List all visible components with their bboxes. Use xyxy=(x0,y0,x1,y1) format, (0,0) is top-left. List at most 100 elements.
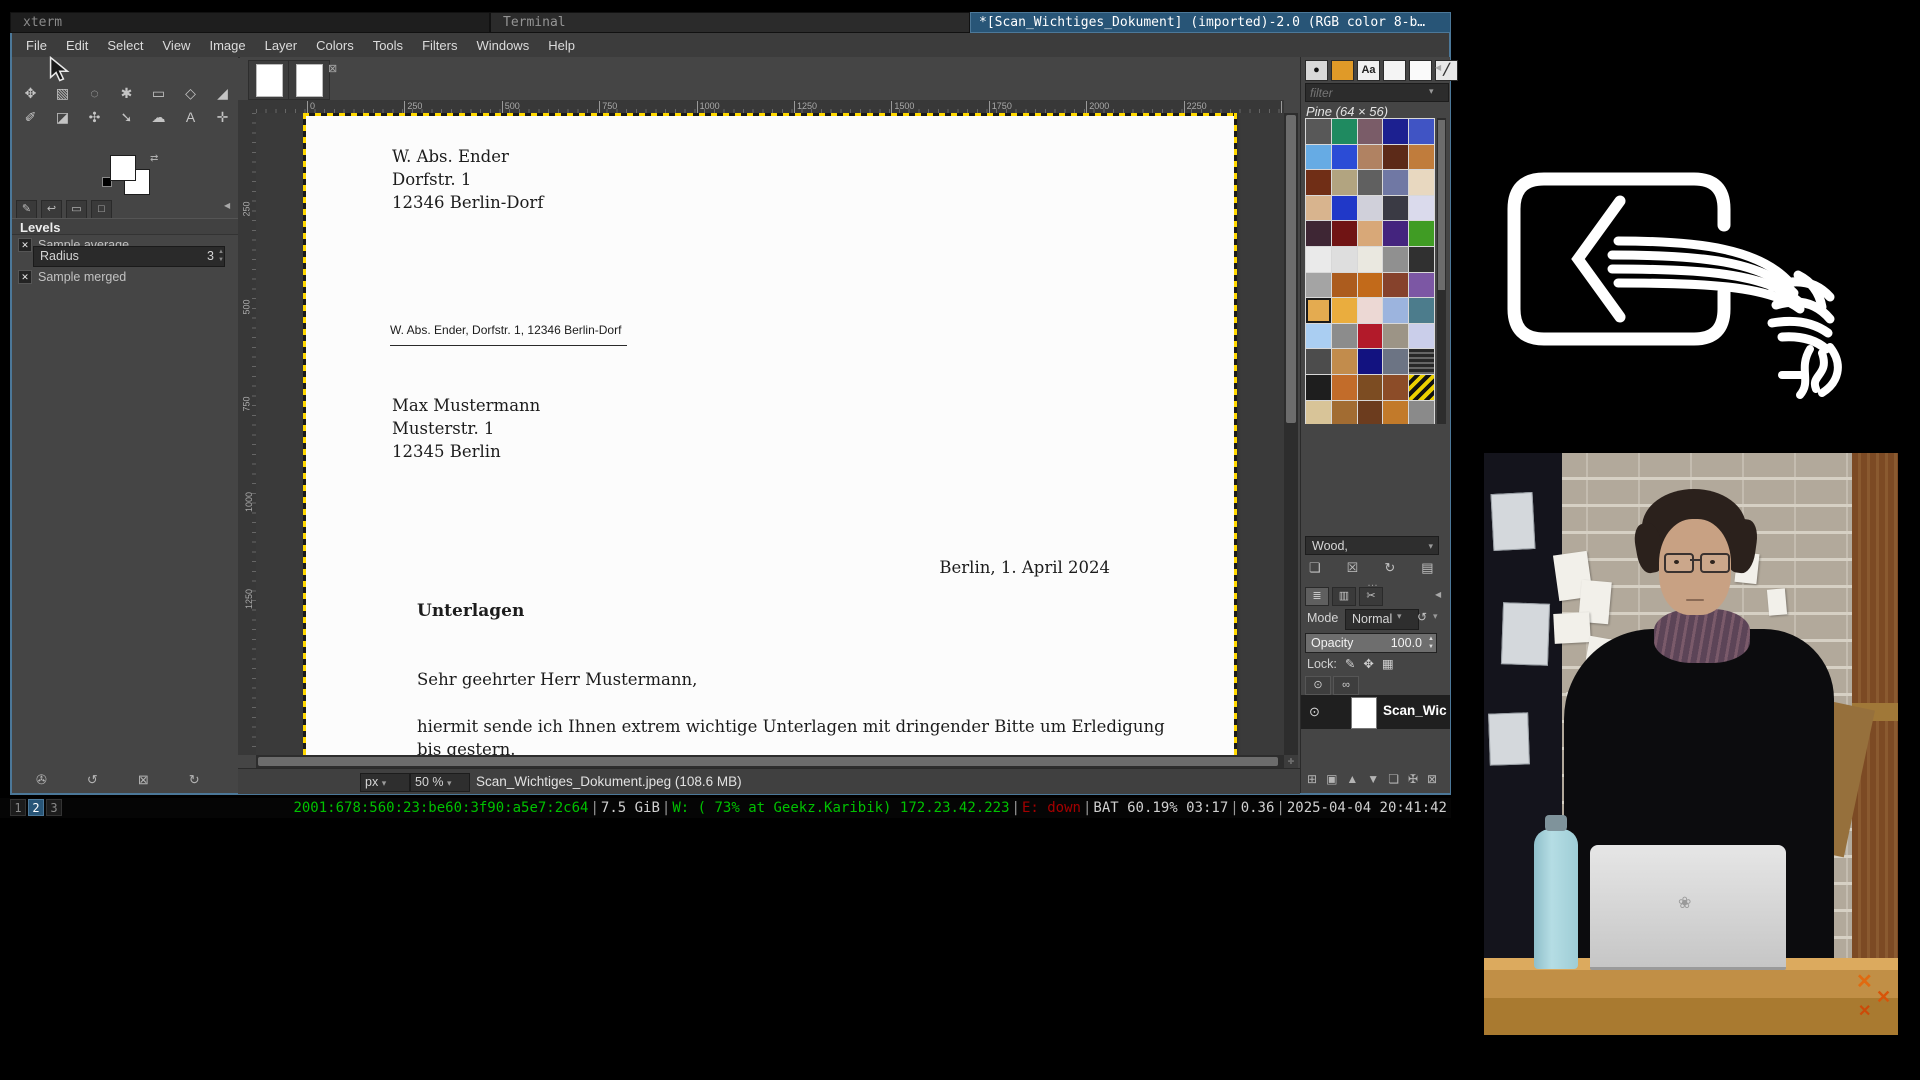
free-select-tool-icon[interactable]: ◌ xyxy=(84,83,105,103)
pattern-swatch[interactable] xyxy=(1409,401,1434,424)
menu-view[interactable]: View xyxy=(163,38,191,53)
window-tab-xterm[interactable]: xterm xyxy=(10,12,490,33)
paintbrush-tool-icon[interactable]: ✐ xyxy=(20,107,41,127)
workspace-button-3[interactable]: 3 xyxy=(46,799,62,816)
pattern-swatch[interactable] xyxy=(1306,247,1331,272)
gradients-tab[interactable] xyxy=(1409,60,1432,81)
raise-layer-icon[interactable]: ▲ xyxy=(1346,772,1358,786)
pattern-swatch[interactable] xyxy=(1332,221,1357,246)
visibility-column-icon[interactable]: ⊙ xyxy=(1305,676,1331,695)
anchor-layer-icon[interactable]: ✠ xyxy=(1408,772,1418,786)
text-tool-icon[interactable]: A xyxy=(180,107,201,127)
restore-options-icon[interactable]: ↺ xyxy=(87,772,98,788)
palettes-tab[interactable] xyxy=(1383,60,1406,81)
menu-tools[interactable]: Tools xyxy=(373,38,403,53)
crop-tool-icon[interactable]: ▭ xyxy=(148,83,169,103)
airbrush-tool-icon[interactable]: ☁ xyxy=(148,107,169,127)
sample-merged-checkbox[interactable]: ✕ xyxy=(18,270,32,284)
pattern-swatch[interactable] xyxy=(1306,298,1331,323)
pattern-swatch[interactable] xyxy=(1332,401,1357,424)
pattern-swatch[interactable] xyxy=(1358,401,1383,424)
pattern-swatch[interactable] xyxy=(1306,145,1331,170)
pattern-swatch[interactable] xyxy=(1332,145,1357,170)
pattern-swatch[interactable] xyxy=(1358,273,1383,298)
link-column-icon[interactable]: ∞ xyxy=(1333,676,1359,695)
dock-menu-icon[interactable]: ◀ xyxy=(1435,63,1441,72)
vertical-scrollbar[interactable] xyxy=(1284,113,1298,755)
pattern-swatch[interactable] xyxy=(1383,145,1408,170)
pattern-swatch[interactable] xyxy=(1358,349,1383,374)
menu-file[interactable]: File xyxy=(26,38,47,53)
pattern-swatch[interactable] xyxy=(1306,170,1331,195)
workspace-button-1[interactable]: 1 xyxy=(10,799,26,816)
duplicate-layer-icon[interactable]: ❏ xyxy=(1388,772,1399,786)
layer-visibility-icon[interactable]: ⊙ xyxy=(1309,704,1320,720)
layers-tab[interactable]: ≣ xyxy=(1305,587,1329,606)
image-thumbnail-1[interactable] xyxy=(248,60,290,100)
menu-filters[interactable]: Filters xyxy=(422,38,457,53)
pattern-swatch[interactable] xyxy=(1306,324,1331,349)
zoom-select[interactable]: 50 % ▾ xyxy=(410,773,470,792)
pattern-swatch[interactable] xyxy=(1383,247,1408,272)
layer-thumbnail[interactable] xyxy=(1351,697,1377,729)
pattern-swatch[interactable] xyxy=(1306,221,1331,246)
fonts-tab[interactable]: Aa xyxy=(1357,60,1380,81)
swap-colors-icon[interactable]: ⇄ xyxy=(150,153,158,164)
lock-alpha-icon[interactable]: ▦ xyxy=(1382,656,1394,671)
pattern-swatch[interactable] xyxy=(1409,349,1434,374)
patterns-tab[interactable] xyxy=(1331,60,1354,81)
brushes-tab[interactable]: ● xyxy=(1305,60,1328,81)
pattern-swatch[interactable] xyxy=(1409,298,1434,323)
lock-pixels-icon[interactable]: ✎ xyxy=(1345,656,1355,671)
reset-options-icon[interactable]: ↻ xyxy=(189,772,200,788)
save-options-icon[interactable]: ✇ xyxy=(36,772,47,788)
measure-tool-icon[interactable]: ✛ xyxy=(212,107,233,127)
pattern-swatch[interactable] xyxy=(1332,298,1357,323)
flip-tool-icon[interactable]: ◢ xyxy=(212,83,233,103)
pattern-swatch[interactable] xyxy=(1409,119,1434,144)
layer-row[interactable]: ⊙ Scan_Wic xyxy=(1301,695,1450,729)
refresh-patterns-icon[interactable]: ↻ xyxy=(1384,560,1395,576)
menu-colors[interactable]: Colors xyxy=(316,38,354,53)
canvas-viewport[interactable]: W. Abs. Ender Dorfstr. 1 12346 Berlin-Do… xyxy=(256,113,1284,755)
menu-edit[interactable]: Edit xyxy=(66,38,88,53)
layers-menu-icon[interactable]: ◀ xyxy=(1435,590,1441,599)
pattern-swatch[interactable] xyxy=(1409,247,1434,272)
pattern-swatch[interactable] xyxy=(1409,221,1434,246)
pattern-swatch[interactable] xyxy=(1383,375,1408,400)
channels-tab[interactable]: ▥ xyxy=(1332,587,1356,606)
lock-position-icon[interactable]: ✥ xyxy=(1363,656,1373,671)
pattern-swatch[interactable] xyxy=(1332,375,1357,400)
workspace-button-2[interactable]: 2 xyxy=(28,799,44,816)
new-layer-icon[interactable]: ⊞ xyxy=(1307,772,1317,786)
pattern-swatch[interactable] xyxy=(1383,324,1408,349)
pattern-swatch[interactable] xyxy=(1383,273,1408,298)
rectangle-select-tool-icon[interactable]: ▧ xyxy=(52,83,73,103)
open-pattern-icon[interactable]: ▤ xyxy=(1421,560,1433,576)
pattern-swatch[interactable] xyxy=(1383,119,1408,144)
pattern-swatch[interactable] xyxy=(1358,247,1383,272)
pattern-filter-input[interactable] xyxy=(1305,83,1449,102)
active-color-tab-icon[interactable]: □ xyxy=(91,200,112,219)
pattern-swatch[interactable] xyxy=(1383,196,1408,221)
window-tab-terminal[interactable]: Terminal xyxy=(490,12,970,33)
pattern-swatch[interactable] xyxy=(1306,273,1331,298)
mode-chevron-icon[interactable]: ▾ xyxy=(1397,611,1402,622)
filter-chevron-icon[interactable]: ▾ xyxy=(1429,86,1434,97)
menu-image[interactable]: Image xyxy=(209,38,245,53)
move-tool-icon[interactable]: ✥ xyxy=(20,83,41,103)
layer-name[interactable]: Scan_Wic xyxy=(1383,703,1447,718)
menu-help[interactable]: Help xyxy=(548,38,575,53)
pattern-swatch[interactable] xyxy=(1332,273,1357,298)
close-image-icon[interactable]: ⊠ xyxy=(328,62,337,75)
sample-merged-row[interactable]: ✕ Sample merged xyxy=(18,270,126,284)
pattern-name-dropdown[interactable]: Wood, ▾ xyxy=(1305,536,1439,555)
radius-slider[interactable]: Radius 3 ▲▼ xyxy=(33,246,225,267)
panel-menu-icon[interactable]: ◀ xyxy=(224,201,230,210)
menu-select[interactable]: Select xyxy=(107,38,143,53)
unit-select[interactable]: px ▾ xyxy=(360,773,410,792)
delete-options-icon[interactable]: ⊠ xyxy=(138,772,149,788)
pattern-swatch[interactable] xyxy=(1409,145,1434,170)
pattern-swatch[interactable] xyxy=(1332,170,1357,195)
pattern-swatch[interactable] xyxy=(1409,196,1434,221)
